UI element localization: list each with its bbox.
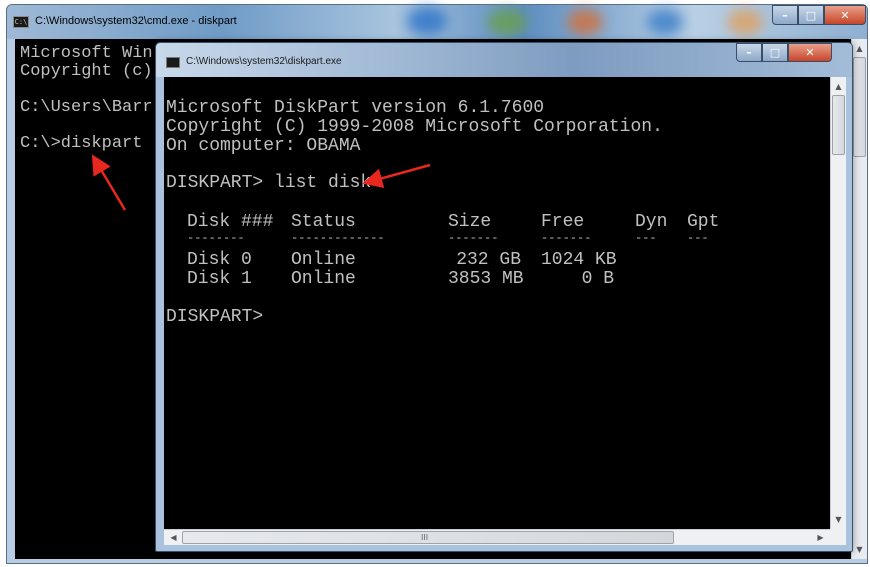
resize-corner[interactable] — [830, 529, 846, 545]
horizontal-scrollbar[interactable]: ◀ III ▶ — [164, 529, 830, 545]
scroll-up-icon[interactable]: ▲ — [852, 41, 867, 56]
close-button[interactable]: ✕ — [788, 43, 832, 62]
table-cell: 1024 KB — [541, 250, 617, 270]
scroll-right-icon[interactable]: ▶ — [813, 530, 828, 545]
taskbar-blob — [567, 9, 603, 35]
scroll-up-icon[interactable]: ▲ — [831, 79, 846, 94]
scroll-thumb[interactable]: III — [182, 531, 674, 544]
window-controls: – □ ✕ — [772, 5, 866, 25]
table-cell: Disk 0 — [187, 250, 252, 270]
vertical-scrollbar[interactable]: ▲ ▼ — [851, 39, 867, 559]
table-separator: --- — [687, 231, 709, 245]
cmd-icon[interactable] — [166, 57, 180, 68]
console-line: Microsoft DiskPart version 6.1.7600 — [166, 98, 545, 118]
scroll-grip: III — [421, 533, 429, 542]
table-separator: ------- — [541, 231, 592, 245]
minimize-button[interactable]: – — [736, 43, 762, 62]
console-line: Copyright (c) — [20, 62, 153, 81]
minimize-icon: – — [746, 46, 752, 59]
window-controls: – □ ✕ — [736, 43, 832, 62]
close-icon: ✕ — [805, 46, 815, 59]
table-separator: ------------- — [291, 231, 385, 245]
console-line: On computer: OBAMA — [166, 136, 361, 156]
scroll-thumb[interactable] — [853, 57, 866, 157]
close-icon: ✕ — [840, 8, 850, 22]
table-cell: 232 GB — [456, 250, 521, 270]
maximize-icon: □ — [805, 8, 817, 22]
table-separator: ------- — [448, 231, 499, 245]
table-cell: Disk 1 — [187, 269, 252, 289]
taskbar-blob — [647, 9, 683, 35]
taskbar-blob — [727, 9, 763, 35]
table-cell: Online — [291, 250, 356, 270]
console-line: Copyright (C) 1999-2008 Microsoft Corpor… — [166, 117, 663, 137]
scroll-left-icon[interactable]: ◀ — [166, 530, 181, 545]
final-prompt: DISKPART> — [166, 307, 264, 327]
table-cell: Online — [291, 269, 356, 289]
scroll-thumb[interactable] — [832, 95, 845, 155]
window-title: C:\Windows\system32\cmd.exe - diskpart — [35, 15, 237, 27]
console-line: C:\>diskpart — [20, 134, 143, 153]
diskpart-titlebar[interactable]: C:\Windows\system32\diskpart.exe – □ ✕ — [156, 43, 852, 77]
table-separator: --- — [635, 231, 657, 245]
cmd-icon[interactable]: C:\ — [13, 16, 29, 28]
scroll-down-icon[interactable]: ▼ — [852, 542, 867, 557]
scroll-down-icon[interactable]: ▼ — [831, 512, 846, 527]
table-cell: 0 B — [581, 269, 614, 289]
maximize-icon: □ — [769, 46, 781, 59]
taskbar-blob — [407, 7, 447, 35]
minimize-icon: – — [782, 8, 788, 22]
cmd-titlebar[interactable]: C:\ C:\Windows\system32\cmd.exe - diskpa… — [7, 5, 867, 39]
console-area[interactable]: Microsoft DiskPart version 6.1.7600 Copy… — [164, 77, 830, 529]
table-separator: -------- — [187, 231, 245, 245]
maximize-button[interactable]: □ — [798, 5, 824, 25]
close-button[interactable]: ✕ — [824, 5, 866, 25]
command-line: DISKPART> list disk — [166, 173, 372, 193]
table-cell: 3853 MB — [448, 269, 524, 289]
window-title: C:\Windows\system32\diskpart.exe — [186, 56, 342, 67]
console-line: C:\Users\Barr — [20, 98, 153, 117]
vertical-scrollbar[interactable]: ▲ ▼ — [830, 77, 846, 529]
console-line: Microsoft Win — [20, 44, 153, 63]
diskpart-window: C:\Windows\system32\diskpart.exe – □ ✕ M… — [155, 42, 853, 552]
minimize-button[interactable]: – — [772, 5, 798, 25]
maximize-button[interactable]: □ — [762, 43, 788, 62]
taskbar-blob — [487, 9, 527, 35]
